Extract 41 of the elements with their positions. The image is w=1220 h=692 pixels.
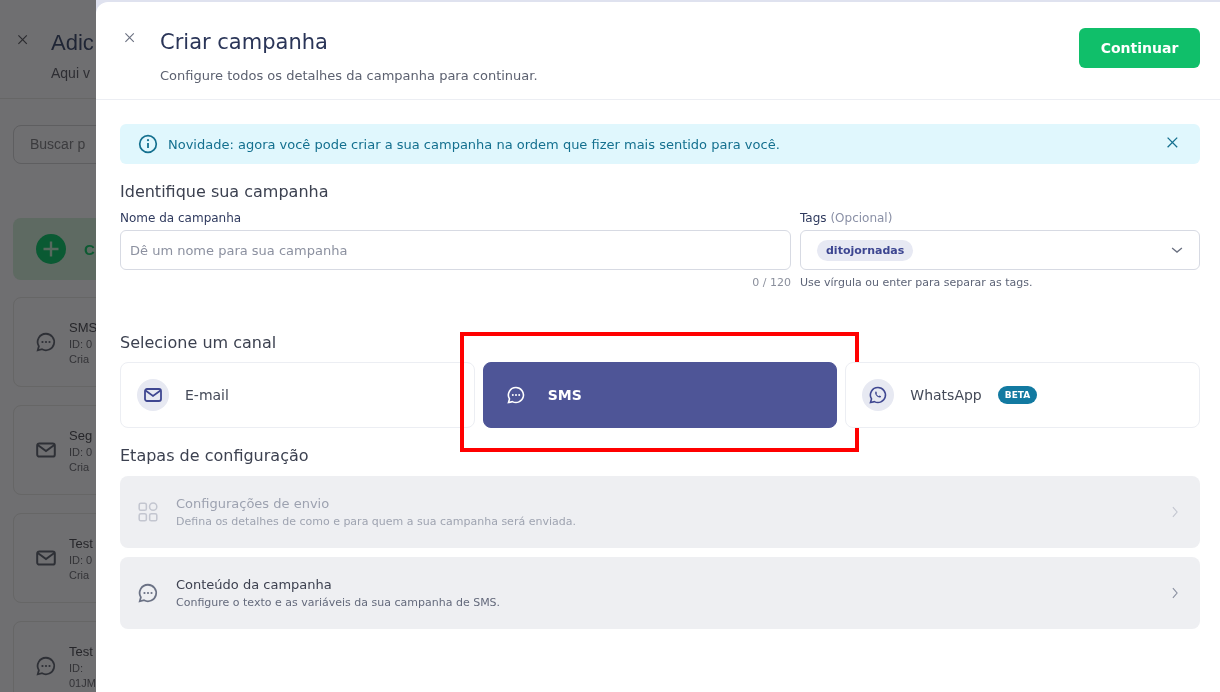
section-heading: Selecione um canal bbox=[120, 333, 278, 352]
chat-bubble-icon bbox=[35, 655, 57, 677]
campaign-title: SMS bbox=[69, 319, 96, 335]
campaign-title: Test bbox=[69, 535, 93, 551]
campaign-detail: 01JM bbox=[69, 676, 96, 689]
plus-icon bbox=[36, 234, 66, 264]
grid-icon bbox=[137, 501, 159, 523]
campaign-detail: Cria bbox=[69, 460, 91, 473]
channel-option[interactable]: WhatsApp BETA bbox=[845, 362, 1200, 428]
chat-bubble-icon bbox=[137, 582, 159, 604]
modal-subtitle: Configure todos os detalhes da campanha para continuar. bbox=[160, 68, 539, 83]
continue-button[interactable]: Continuar bbox=[1079, 28, 1200, 68]
field-hint: Use vírgula ou enter para separar as tags. bbox=[800, 276, 1034, 289]
step-row[interactable]: Conteúdo da campanha Configure o texto e as variáveis da sua campanha de SMS. bbox=[120, 557, 1200, 629]
campaign-detail: Cria bbox=[69, 568, 91, 581]
envelope-icon bbox=[143, 385, 163, 405]
section-heading: Etapas de configuração bbox=[120, 446, 310, 465]
campaign-title: Seg bbox=[69, 427, 93, 443]
character-counter: 0 / 120 bbox=[751, 276, 791, 289]
page-title: Adic bbox=[51, 31, 94, 55]
section-heading: Identifique sua campanha bbox=[120, 182, 330, 201]
name-input[interactable]: Dê um nome para sua campanha bbox=[120, 230, 791, 270]
field-label: Nome da campanha bbox=[120, 211, 243, 225]
campaign-title: Test bbox=[69, 643, 94, 659]
envelope-icon bbox=[35, 439, 57, 461]
channel-option[interactable]: SMS bbox=[482, 362, 838, 428]
page-subtitle: Aqui v bbox=[51, 65, 91, 81]
envelope-icon bbox=[35, 547, 57, 569]
field-label: Tags (Opcional) bbox=[800, 211, 894, 225]
tag-chip[interactable]: ditojornadas bbox=[817, 239, 914, 261]
modal-title: Criar campanha bbox=[160, 29, 329, 56]
chat-bubble-icon bbox=[35, 331, 57, 353]
info-icon bbox=[138, 134, 158, 154]
notice-text: Novidade: agora você pode criar a sua campanha na ordem que fizer mais sentido para você. bbox=[168, 136, 781, 152]
campaign-detail: ID: bbox=[69, 661, 85, 674]
campaign-detail: Cria bbox=[69, 352, 91, 365]
beta-badge: BETA bbox=[997, 386, 1038, 404]
chat-bubble-icon bbox=[505, 385, 526, 405]
channel-option[interactable]: E-mail bbox=[120, 362, 475, 428]
tags-dropdown[interactable]: ditojornadas bbox=[800, 230, 1200, 270]
whatsapp-icon bbox=[868, 385, 889, 405]
